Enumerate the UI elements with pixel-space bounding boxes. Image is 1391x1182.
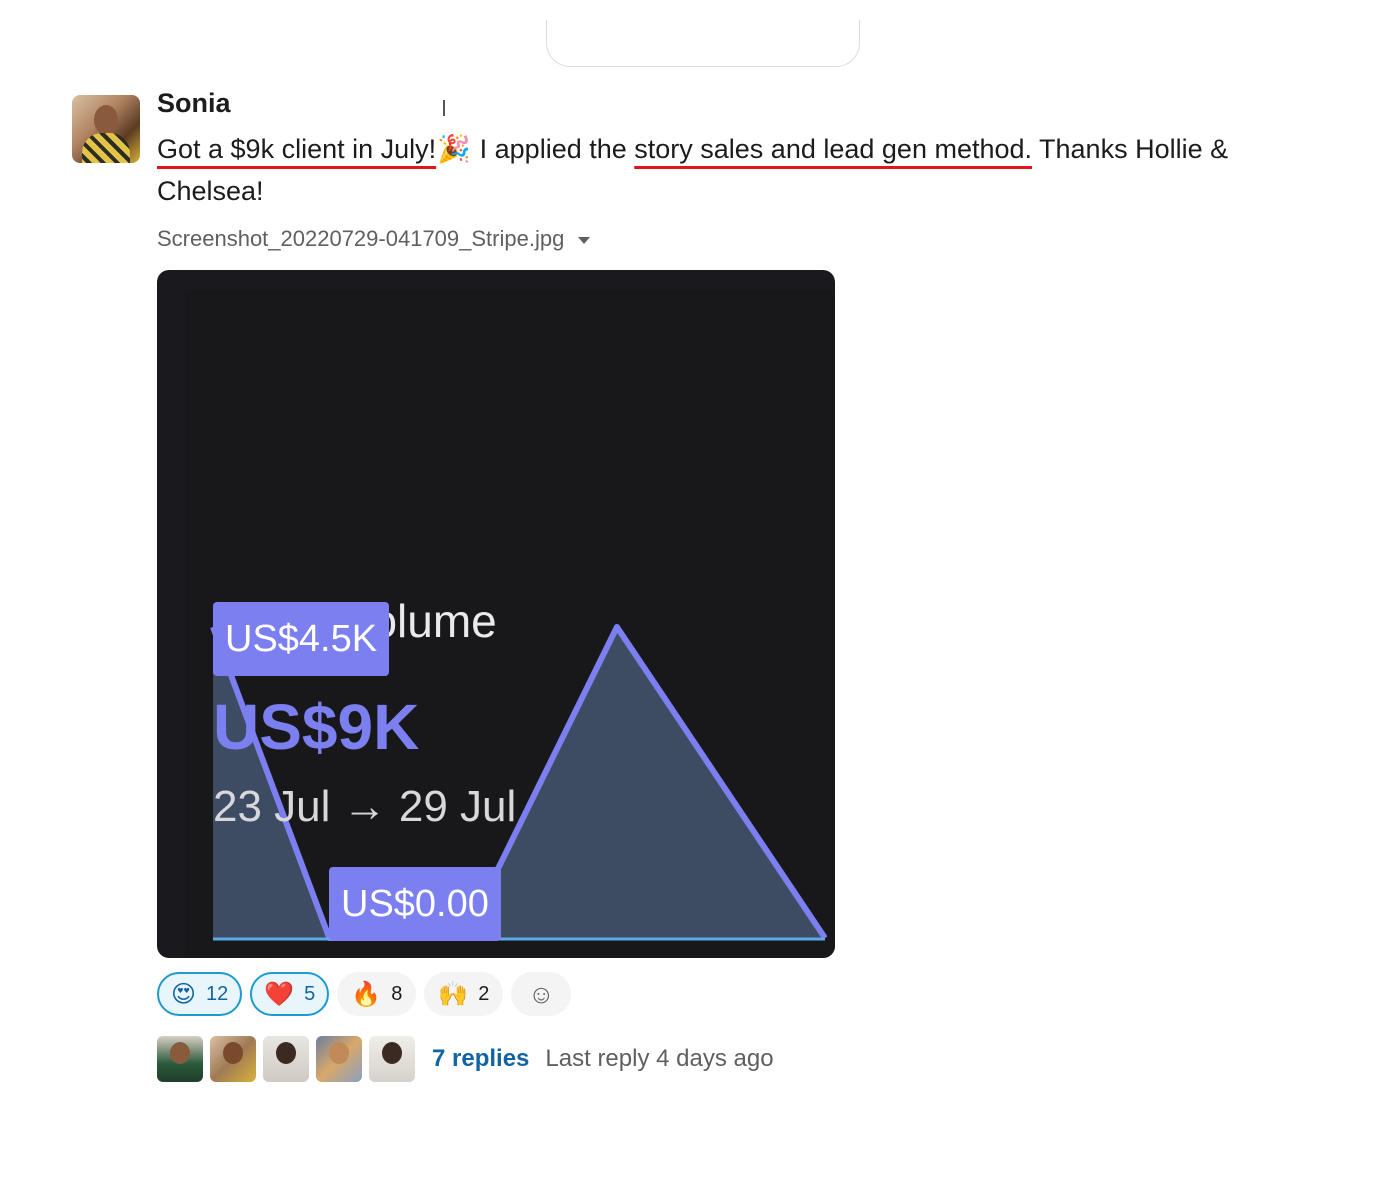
thread-summary[interactable]: 7 replies Last reply 4 days ago — [157, 1036, 774, 1082]
avatar-body — [82, 133, 130, 163]
reaction-count: 2 — [478, 982, 490, 1005]
replier-avatar[interactable] — [263, 1036, 309, 1082]
raised-hands-icon: 🙌 — [438, 980, 469, 1008]
message-highlight-1: Got a $9k client in July! — [157, 134, 437, 164]
message-view: Sonia Got a $9k client in July!🎉 I appli… — [0, 0, 1391, 1182]
replier-avatar[interactable] — [157, 1036, 203, 1082]
message-segment-2: I applied the — [472, 134, 635, 164]
author-name[interactable]: Sonia — [157, 88, 231, 119]
replier-avatar[interactable] — [369, 1036, 415, 1082]
reaction-raised-hands[interactable]: 🙌 2 — [424, 972, 504, 1016]
date-divider[interactable] — [546, 20, 860, 67]
file-name[interactable]: Screenshot_20220729-041709_Stripe.jpg — [157, 226, 564, 251]
add-reaction-button[interactable]: ☺ — [511, 972, 572, 1016]
reaction-count: 8 — [391, 982, 403, 1005]
reactions-bar: 😍 12 ❤️ 5 🔥 8 🙌 2 ☺ — [157, 972, 572, 1016]
avatar[interactable] — [72, 95, 140, 163]
message-text: Got a $9k client in July!🎉 I applied the… — [157, 128, 1317, 212]
fire-icon: 🔥 — [351, 980, 382, 1008]
message-highlight-2: story sales and lead gen method. — [634, 134, 1033, 164]
replier-avatar[interactable] — [210, 1036, 256, 1082]
reaction-count: 5 — [304, 982, 316, 1005]
reaction-heart[interactable]: ❤️ 5 — [250, 972, 330, 1016]
point-label-high: US$4.5K — [213, 602, 390, 676]
reaction-fire[interactable]: 🔥 8 — [337, 972, 417, 1016]
file-name-row[interactable]: Screenshot_20220729-041709_Stripe.jpg — [157, 226, 591, 252]
last-reply-time: Last reply 4 days ago — [545, 1045, 774, 1072]
reaction-heart-eyes[interactable]: 😍 12 — [157, 972, 243, 1016]
party-popper-emoji: 🎉 — [437, 134, 471, 164]
reaction-count: 12 — [206, 982, 229, 1005]
point-label-low: US$0.00 — [329, 867, 501, 941]
date-range: 23 Jul → 29 Jul — [213, 782, 517, 831]
heart-icon: ❤️ — [264, 980, 295, 1008]
text-cursor — [443, 100, 445, 116]
gross-volume-amount: US$9K — [213, 691, 420, 763]
image-attachment[interactable]: Gross volume US$9K 23 Jul → 29 Jul US$4.… — [157, 270, 835, 958]
avatar-face — [94, 105, 118, 135]
heart-eyes-icon: 😍 — [171, 980, 197, 1008]
add-reaction-icon: ☺ — [528, 978, 555, 1009]
replier-avatar[interactable] — [316, 1036, 362, 1082]
replies-link[interactable]: 7 replies — [432, 1045, 529, 1073]
caret-down-icon[interactable] — [578, 236, 591, 244]
